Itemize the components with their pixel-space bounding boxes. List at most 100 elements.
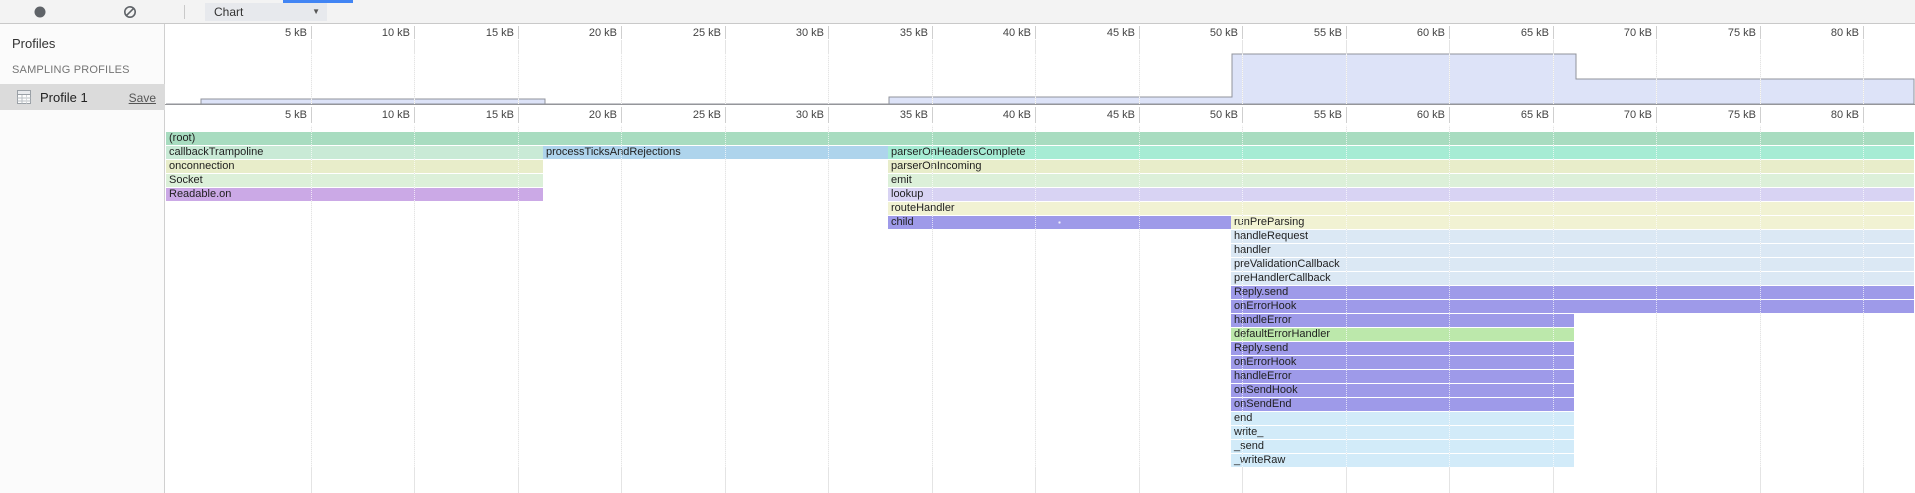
flame-bar-callbacktrampoline[interactable]: callbackTrampoline xyxy=(166,146,543,159)
allocation-overview-minimap[interactable] xyxy=(165,40,1915,104)
flame-bar-handleerror[interactable]: handleError xyxy=(1231,370,1574,383)
ruler-top-tick-mark xyxy=(725,26,726,39)
flame-bar-prevalidationcallback[interactable]: preValidationCallback xyxy=(1231,258,1914,271)
save-profile-link[interactable]: Save xyxy=(129,91,156,105)
ruler-top-tick-mark xyxy=(414,26,415,39)
ruler-top-tick-mark xyxy=(828,26,829,39)
flame-bar-end[interactable]: end xyxy=(1231,412,1574,425)
overview-grid-dotline xyxy=(1346,54,1347,104)
flame-bar-onerrorhook[interactable]: onErrorHook xyxy=(1231,356,1574,369)
flame-bar-handlerequest[interactable]: handleRequest xyxy=(1231,230,1914,243)
flame-bar-defaulterrorhandler[interactable]: defaultErrorHandler xyxy=(1231,328,1574,341)
overview-grid-dotline xyxy=(1242,54,1243,104)
ruler-top-tick-mark xyxy=(1760,26,1761,39)
profiles-header: Profiles xyxy=(12,36,55,51)
view-mode-select[interactable]: Chart ▼ xyxy=(205,3,327,21)
flame-grid-dotline xyxy=(1242,125,1243,467)
overview-grid-dotline xyxy=(1760,54,1761,104)
flame-grid-dotline xyxy=(1035,125,1036,467)
flame-bar-socket[interactable]: Socket xyxy=(166,174,543,187)
ruler-bottom-tick-label: 25 kB xyxy=(661,109,721,121)
ruler-top-tick-mark xyxy=(621,26,622,39)
ruler-top-tick-label: 10 kB xyxy=(350,27,410,39)
overview-grid-dotline xyxy=(414,54,415,104)
flame-bar-onsendhook[interactable]: onSendHook xyxy=(1231,384,1574,397)
flame-bar-onsendend[interactable]: onSendEnd xyxy=(1231,398,1574,411)
flame-grid-dotline xyxy=(932,125,933,467)
ruler-bottom-tick-mark xyxy=(518,107,519,123)
flame-bar-write-[interactable]: write_ xyxy=(1231,426,1574,439)
ruler-bottom-tick-mark xyxy=(1656,107,1657,123)
flame-bar--root-[interactable]: (root) xyxy=(166,132,1914,145)
flame-grid-dotline xyxy=(311,125,312,467)
ruler-bottom-tick-mark xyxy=(1035,107,1036,123)
flame-bar-reply-send[interactable]: Reply.send xyxy=(1231,342,1574,355)
ruler-top-tick-label: 35 kB xyxy=(868,27,928,39)
ruler-bottom-tick-mark xyxy=(1139,107,1140,123)
profiles-sidebar: Profiles SAMPLING PROFILES Profile 1 Sav… xyxy=(0,24,165,493)
ruler-top-tick-mark xyxy=(1656,26,1657,39)
flame-bar-runpreparsing[interactable]: runPreParsing xyxy=(1231,216,1914,229)
flame-grid-dotline xyxy=(518,125,519,467)
flame-bar-child[interactable]: child xyxy=(888,216,1231,229)
ruler-bottom-tick-label: 20 kB xyxy=(557,109,617,121)
ruler-bottom-tick-label: 70 kB xyxy=(1592,109,1652,121)
ruler-top-tick-label: 45 kB xyxy=(1075,27,1135,39)
toolbar-divider xyxy=(184,5,185,19)
ruler-bottom-tick-label: 30 kB xyxy=(764,109,824,121)
flame-bar-processticksandrejections[interactable]: processTicksAndRejections xyxy=(543,146,888,159)
clear-profiles-icon[interactable] xyxy=(123,5,137,19)
ruler-bottom-tick-mark xyxy=(1760,107,1761,123)
view-mode-value: Chart xyxy=(214,5,243,19)
ruler-bottom-tick-mark xyxy=(725,107,726,123)
ruler-top-tick-mark xyxy=(1863,26,1864,39)
ruler-top-tick-mark xyxy=(1346,26,1347,39)
ruler-bottom-tick-label: 55 kB xyxy=(1282,109,1342,121)
ruler-bottom-tick-label: 50 kB xyxy=(1178,109,1238,121)
flame-bar-handler[interactable]: handler xyxy=(1231,244,1914,257)
overview-grid-dotline xyxy=(725,54,726,104)
ruler-top-tick-label: 20 kB xyxy=(557,27,617,39)
ruler-top-tick-mark xyxy=(311,26,312,39)
ruler-bottom-tick-label: 80 kB xyxy=(1799,109,1859,121)
flame-grid-dotline xyxy=(621,125,622,467)
flame-bar-readable-on[interactable]: Readable.on xyxy=(166,188,543,201)
ruler-top-tick-label: 40 kB xyxy=(971,27,1031,39)
ruler-bottom-tick-mark xyxy=(1242,107,1243,123)
ruler-bottom-tick-label: 35 kB xyxy=(868,109,928,121)
overview-grid-dotline xyxy=(518,54,519,104)
ruler-bottom-tick-mark xyxy=(932,107,933,123)
flame-bar-onconnection[interactable]: onconnection xyxy=(166,160,543,173)
ruler-top xyxy=(165,24,1915,40)
ruler-bottom-tick-mark xyxy=(414,107,415,123)
ruler-bottom-tick-mark xyxy=(1346,107,1347,123)
sidebar-item-profile-1[interactable]: Profile 1 Save xyxy=(0,84,165,110)
flame-grid-dotline xyxy=(1863,125,1864,467)
ruler-bottom-tick-label: 65 kB xyxy=(1489,109,1549,121)
flame-bar--send[interactable]: _send xyxy=(1231,440,1574,453)
ruler-bottom-tick-mark xyxy=(828,107,829,123)
heap-profile-icon xyxy=(16,89,32,105)
flame-grid-dotline xyxy=(1656,125,1657,467)
flame-bar-reply-send[interactable]: Reply.send xyxy=(1231,286,1914,299)
ruler-bottom-tick-label: 15 kB xyxy=(454,109,514,121)
overview-grid-dotline xyxy=(1035,54,1036,104)
ruler-bottom-tick-mark xyxy=(621,107,622,123)
ruler-top-tick-label: 5 kB xyxy=(247,27,307,39)
ruler-top-tick-label: 75 kB xyxy=(1696,27,1756,39)
sampling-profiles-section-label: SAMPLING PROFILES xyxy=(12,64,130,76)
flame-grid-dotline xyxy=(1760,125,1761,467)
flame-bar-prehandlercallback[interactable]: preHandlerCallback xyxy=(1231,272,1914,285)
overview-grid-dotline xyxy=(1863,54,1864,104)
flame-grid-dotline xyxy=(1553,125,1554,467)
flame-bar--writeraw[interactable]: _writeRaw xyxy=(1231,454,1574,467)
ruler-top-tick-label: 15 kB xyxy=(454,27,514,39)
record-profile-icon[interactable] xyxy=(33,5,47,19)
ruler-bottom-tick-mark xyxy=(1863,107,1864,123)
ruler-bottom-tick-mark xyxy=(1449,107,1450,123)
overview-grid-dotline xyxy=(1449,54,1450,104)
flame-bar-handleerror[interactable]: handleError xyxy=(1231,314,1574,327)
overview-grid-dotline xyxy=(932,54,933,104)
ruler-top-tick-mark xyxy=(1449,26,1450,39)
flame-bar-onerrorhook[interactable]: onErrorHook xyxy=(1231,300,1914,313)
